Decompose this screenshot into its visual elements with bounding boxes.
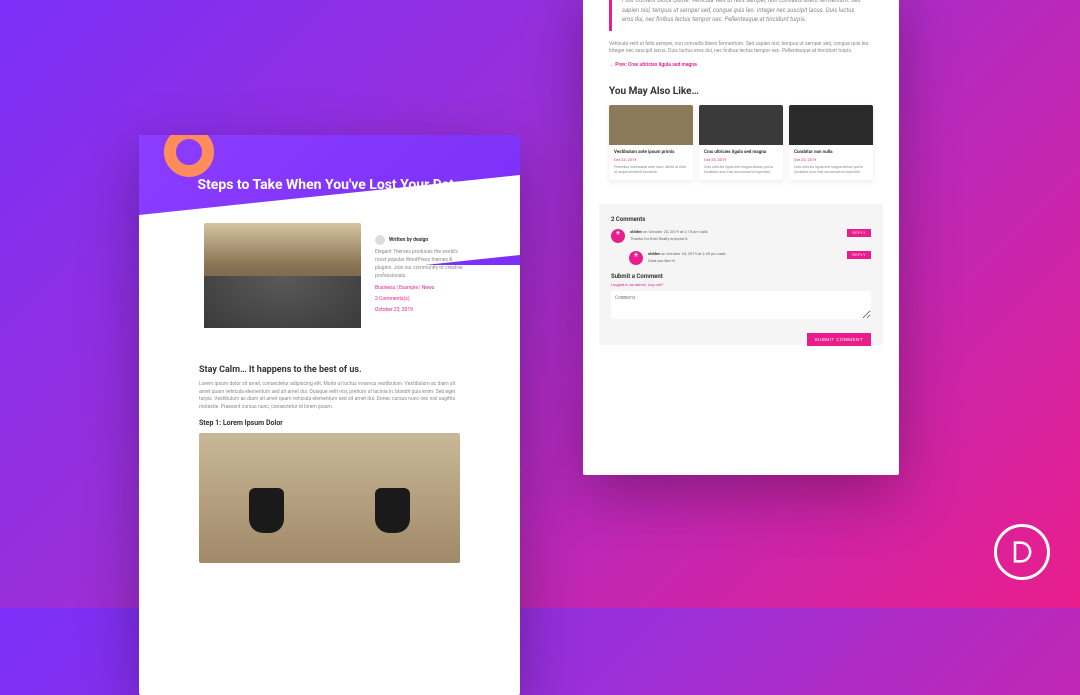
comments-heading: 2 Comments [611, 216, 871, 223]
comment-avatar-icon: * [611, 229, 625, 243]
comment-form-heading: Submit a Comment [611, 273, 871, 280]
reply-button[interactable]: REPLY [847, 251, 871, 259]
reply-button[interactable]: REPLY [847, 229, 871, 237]
post-date: October 23, 2019 [375, 306, 465, 314]
comment-item: * olddev on October 23, 2019 at 2:15 pm … [611, 229, 871, 243]
tile-excerpt: Cras ultricies ligula sed magna dictum p… [794, 165, 868, 175]
section-heading: Stay Calm… It happens to the best of us. [199, 365, 460, 375]
related-posts: You May Also Like… Vestibulum ante ipsum… [609, 86, 873, 180]
blog-post-preview-bottom: Post Content Block Quote. Vehicula velit… [583, 0, 899, 475]
featured-image [204, 223, 361, 328]
comments-section: 2 Comments * olddev on October 23, 2019 … [599, 204, 883, 345]
comment-text: Thanks for this! Really enjoyed it. [630, 236, 871, 241]
tile-image [789, 105, 873, 145]
logged-in-note[interactable]: Logged in as admin. Log out? [611, 282, 871, 287]
blockquote: Post Content Block Quote. Vehicula velit… [609, 0, 873, 31]
divi-logo-icon [994, 524, 1050, 580]
comment-item: * olddev on October 23, 2019 at 2:45 pm … [629, 251, 871, 265]
comment-avatar-icon: * [629, 251, 643, 265]
tile-date: Oct 23, 2019 [794, 157, 868, 162]
content-image [199, 433, 460, 563]
author-bio: Elegant Themes produces the world's most… [375, 248, 465, 280]
related-tile[interactable]: Cras ultricies ligula sed magna Oct 23, … [699, 105, 783, 180]
author-name: Written by design [389, 236, 428, 244]
comment-meta: olddev on October 23, 2019 at 2:45 pm sa… [648, 251, 871, 256]
tile-title: Vestibulum ante ipsum primis [614, 150, 688, 155]
post-body: Stay Calm… It happens to the best of us.… [199, 365, 460, 563]
blockquote-text: Post Content Block Quote. Vehicula velit… [622, 0, 863, 25]
comment-count-link[interactable]: 2 Comments(s) [375, 295, 465, 303]
body-paragraph: Vehicula velit ut felis semper, non conv… [609, 41, 873, 56]
tile-image [609, 105, 693, 145]
tile-title: Curabitur non nulla [794, 150, 868, 155]
author-row: Written by design [375, 235, 465, 245]
decorative-ring [164, 135, 214, 177]
related-tile[interactable]: Vestibulum ante ipsum primis Oct 23, 201… [609, 105, 693, 180]
tile-image [699, 105, 783, 145]
step-heading: Step 1: Lorem Ipsum Dolor [199, 419, 460, 427]
tile-excerpt: Phasellus malesuada ante nunc. Morbi ut … [614, 165, 688, 175]
tile-date: Oct 23, 2019 [614, 157, 688, 162]
comment-textarea[interactable] [611, 291, 871, 319]
comment-meta: olddev on October 23, 2019 at 2:15 pm sa… [630, 229, 871, 234]
related-heading: You May Also Like… [609, 86, 873, 97]
tile-date: Oct 23, 2019 [704, 157, 778, 162]
body-paragraph: Lorem ipsum dolor sit amet, consectetur … [199, 381, 460, 411]
post-categories[interactable]: Business | Example | News [375, 284, 465, 292]
submit-comment-button[interactable]: SUBMIT COMMENT [807, 333, 871, 346]
prev-post-link[interactable]: ← Prev: Cras ultricies ligula sed magna [609, 62, 873, 68]
tile-title: Cras ultricies ligula sed magna [704, 150, 778, 155]
comment-text: Glad you like it! [648, 258, 871, 263]
related-tile[interactable]: Curabitur non nulla Oct 23, 2019 Cras ul… [789, 105, 873, 180]
post-meta: Written by design Elegant Themes produce… [375, 235, 465, 314]
tile-excerpt: Cras ultricies ligula sed magna dictum p… [704, 165, 778, 175]
blog-post-preview-top: Steps to Take When You've Lost Your Data… [139, 135, 520, 695]
avatar-icon [375, 235, 385, 245]
